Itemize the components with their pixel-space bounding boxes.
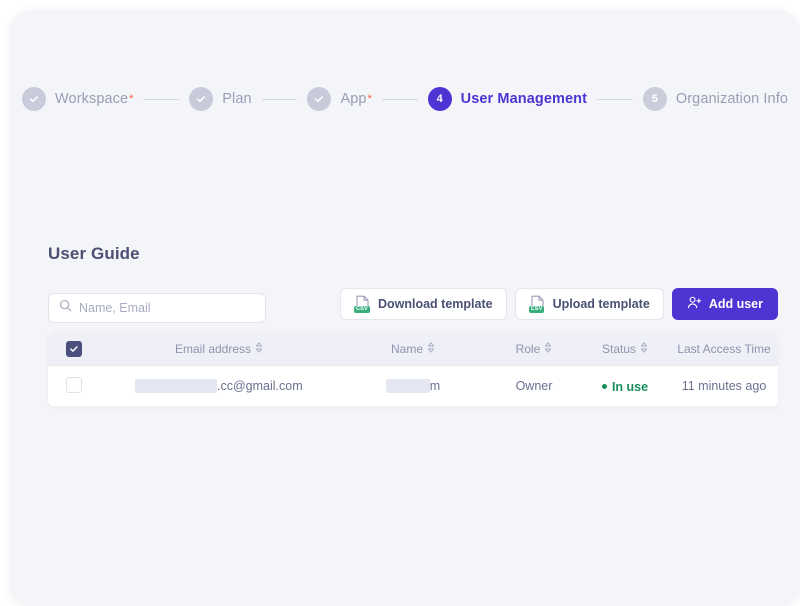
step-organization-info-label: Organization Info bbox=[675, 91, 788, 107]
select-all-checkbox[interactable] bbox=[66, 340, 82, 357]
csv-file-icon: CSV bbox=[353, 295, 371, 313]
download-template-label: Download template bbox=[377, 297, 493, 311]
stepper: Workspace * Plan App * 4 User Management… bbox=[22, 78, 788, 120]
name-redaction bbox=[385, 379, 430, 393]
cell-last-access-time: 11 minutes ago bbox=[670, 365, 778, 407]
column-header-email[interactable]: Email address bbox=[100, 332, 338, 366]
step-user-management-label: User Management bbox=[460, 91, 588, 107]
check-icon bbox=[195, 93, 207, 105]
add-user-button[interactable]: Add user bbox=[671, 288, 778, 320]
toolbar-buttons: CSV Download template CSV Upload templat… bbox=[339, 288, 778, 320]
column-header-name[interactable]: Name bbox=[338, 332, 488, 366]
users-table: Email address Name Role Status Last Acce… bbox=[48, 332, 778, 407]
sort-icon[interactable] bbox=[640, 341, 648, 356]
sort-icon[interactable] bbox=[255, 341, 263, 356]
csv-badge-label: CSV bbox=[528, 305, 545, 313]
column-header-last-access-time: Last Access Time bbox=[670, 332, 778, 366]
step-workspace-badge bbox=[22, 87, 46, 111]
step-organization-info[interactable]: 5 Organization Info bbox=[642, 87, 788, 111]
stepper-connector-3 bbox=[381, 98, 418, 100]
step-app-required-marker: * bbox=[367, 92, 372, 105]
sort-icon[interactable] bbox=[544, 341, 552, 356]
column-header-role[interactable]: Role bbox=[488, 332, 580, 366]
select-all-header bbox=[48, 332, 100, 366]
csv-file-icon: CSV bbox=[528, 295, 546, 313]
step-workspace[interactable]: Workspace * bbox=[22, 87, 133, 111]
cell-email: .cc@gmail.com bbox=[100, 365, 338, 407]
check-icon bbox=[313, 93, 325, 105]
step-plan[interactable]: Plan bbox=[189, 87, 252, 111]
check-icon bbox=[28, 93, 40, 105]
page-title: User Guide bbox=[48, 244, 140, 263]
cell-name: m bbox=[338, 365, 488, 407]
onboarding-card: Workspace * Plan App * 4 User Management… bbox=[10, 10, 800, 606]
step-app[interactable]: App * bbox=[307, 87, 372, 111]
step-plan-label: Plan bbox=[222, 91, 252, 107]
table-toolbar: CSV Download template CSV Upload templat… bbox=[48, 284, 778, 323]
cell-status: In use bbox=[580, 365, 670, 407]
search-box[interactable] bbox=[48, 293, 266, 323]
search-icon bbox=[49, 299, 72, 317]
upload-template-label: Upload template bbox=[552, 297, 650, 311]
step-user-management[interactable]: 4 User Management bbox=[427, 87, 588, 111]
table-row[interactable]: .cc@gmail.com m Owner In use 11 minutes … bbox=[48, 365, 778, 407]
step-user-management-badge: 4 bbox=[427, 87, 452, 111]
cell-role: Owner bbox=[488, 365, 580, 407]
column-header-status-label: Status bbox=[601, 341, 637, 356]
download-template-button[interactable]: CSV Download template bbox=[339, 288, 507, 320]
add-user-label: Add user bbox=[708, 297, 763, 311]
column-header-last-access-time-label: Last Access Time bbox=[677, 341, 771, 356]
table-header-row: Email address Name Role Status Last Acce… bbox=[48, 332, 778, 366]
step-app-badge bbox=[307, 87, 332, 111]
column-header-role-label: Role bbox=[515, 341, 541, 356]
status-dot-icon bbox=[601, 384, 607, 390]
column-header-status[interactable]: Status bbox=[580, 332, 670, 366]
step-workspace-label: Workspace bbox=[55, 91, 129, 107]
email-redaction bbox=[135, 379, 217, 393]
column-header-name-label: Name bbox=[390, 341, 423, 356]
user-plus-icon bbox=[687, 295, 702, 313]
stepper-connector-1 bbox=[143, 98, 180, 100]
step-plan-badge bbox=[189, 87, 214, 111]
upload-template-button[interactable]: CSV Upload template bbox=[514, 288, 664, 320]
csv-badge-label: CSV bbox=[353, 305, 370, 313]
step-workspace-required-marker: * bbox=[129, 92, 134, 105]
search-input[interactable] bbox=[79, 301, 239, 315]
stepper-connector-4 bbox=[597, 98, 633, 100]
row-select-cell bbox=[48, 365, 100, 407]
cell-email-value: .cc@gmail.com bbox=[217, 379, 303, 393]
cell-name-value: m bbox=[429, 379, 441, 393]
sort-icon[interactable] bbox=[427, 341, 435, 356]
status-badge: In use bbox=[611, 379, 649, 394]
stepper-connector-2 bbox=[261, 98, 298, 100]
step-app-label: App bbox=[340, 91, 367, 107]
column-header-email-label: Email address bbox=[174, 341, 252, 356]
step-organization-info-badge: 5 bbox=[642, 87, 667, 111]
row-checkbox[interactable] bbox=[66, 376, 82, 393]
